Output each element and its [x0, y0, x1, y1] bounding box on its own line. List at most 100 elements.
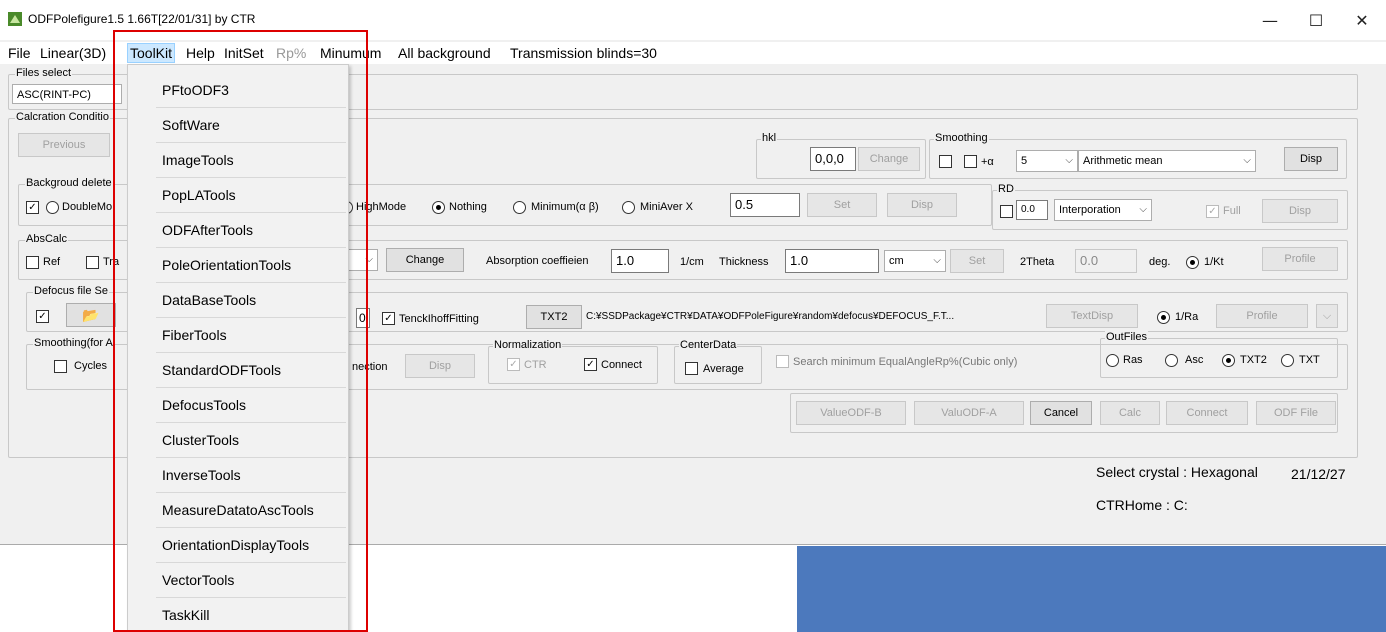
hkl-change-button[interactable]: Change — [858, 147, 920, 171]
ctr-label: CTR — [524, 359, 547, 371]
rd-legend: RD — [997, 183, 1015, 195]
hkl-input[interactable]: 0,0,0 — [810, 147, 856, 171]
defocus-checkbox[interactable]: ✓ — [36, 310, 49, 323]
status-date: 21/12/27 — [1291, 466, 1346, 482]
valu-odf-a-button[interactable]: ValuODF-A — [914, 401, 1024, 425]
menu-file[interactable]: File — [8, 45, 31, 61]
ctr-checkbox[interactable]: ✓ — [507, 358, 520, 371]
search-minimum-label: Search minimum EqualAngleRp%(Cubic only) — [793, 356, 1018, 368]
desktop-background — [797, 546, 1386, 632]
menu-all-background[interactable]: All background — [398, 45, 491, 61]
cancel-button[interactable]: Cancel — [1030, 401, 1092, 425]
ra-label: 1/Ra — [1175, 311, 1199, 323]
connect-checkbox[interactable]: ✓ — [584, 358, 597, 371]
average-label: Average — [703, 363, 744, 375]
search-minimum-checkbox[interactable] — [776, 355, 789, 368]
rd-checkbox[interactable] — [1000, 205, 1013, 218]
window-title: ODFPolefigure1.5 1.66T[22/01/31] by CTR — [28, 12, 256, 26]
normalization-legend: Normalization — [493, 339, 563, 351]
plus-alpha-checkbox[interactable] — [964, 155, 977, 168]
textdisp-button[interactable]: TextDisp — [1046, 304, 1138, 328]
smoothing-legend: Smoothing — [934, 132, 989, 144]
txt-label: TXT — [1299, 354, 1320, 366]
asc-radio[interactable] — [1165, 354, 1178, 367]
calc-legend: Calcration Conditio — [15, 111, 110, 123]
minimize-button[interactable]: — — [1250, 8, 1290, 34]
thickness-input[interactable]: 1.0 — [785, 249, 879, 273]
miniaver-radio[interactable] — [622, 201, 635, 214]
average-checkbox[interactable] — [685, 362, 698, 375]
interpolation-select[interactable]: Interporation ⌵ — [1054, 199, 1152, 221]
smoothing-method-select[interactable]: Arithmetic mean ⌵ — [1078, 150, 1256, 172]
connect-button[interactable]: Connect — [1166, 401, 1248, 425]
txt-radio[interactable] — [1281, 354, 1294, 367]
files-select-legend: Files select — [15, 67, 73, 79]
kt-label: 1/Kt — [1204, 256, 1224, 268]
abscalc-change-button[interactable]: Change — [386, 248, 464, 272]
cycles-label: Cycles — [74, 360, 108, 372]
full-label: Full — [1223, 205, 1241, 217]
kt-radio[interactable] — [1186, 256, 1199, 269]
file-type-select[interactable]: ASC(RINT-PC) — [12, 84, 122, 104]
calc-button[interactable]: Calc — [1100, 401, 1160, 425]
thickness-label: Thickness — [719, 256, 769, 268]
ras-radio[interactable] — [1106, 354, 1119, 367]
plus-alpha-label: +α — [981, 156, 994, 168]
minimum-radio[interactable] — [513, 201, 526, 214]
absorption-input[interactable]: 1.0 — [611, 249, 669, 273]
thickness-unit-select[interactable]: cm ⌵ — [884, 250, 946, 272]
full-checkbox[interactable]: ✓ — [1206, 205, 1219, 218]
tenck-label: TenckIhoffFitting — [399, 313, 479, 325]
background-disp-button[interactable]: Disp — [887, 193, 957, 217]
tra-checkbox[interactable] — [86, 256, 99, 269]
smoothing-for-disp-button[interactable]: Disp — [405, 354, 475, 378]
value-odf-b-button[interactable]: ValueODF-B — [796, 401, 906, 425]
smoothing-method-value: Arithmetic mean — [1083, 155, 1163, 167]
smoothing-n-select[interactable]: 5 ⌵ — [1016, 150, 1078, 172]
nothing-radio[interactable] — [432, 201, 445, 214]
asc-label: Asc — [1185, 354, 1204, 366]
odf-file-button[interactable]: ODF File — [1256, 401, 1336, 425]
ras-label: Ras — [1123, 354, 1143, 366]
ref-label: Ref — [43, 256, 61, 268]
abscalc-legend: AbsCalc — [25, 233, 68, 245]
abscalc-set-button[interactable]: Set — [950, 249, 1004, 273]
background-checkbox[interactable]: ✓ — [26, 201, 39, 214]
background-value-input[interactable]: 0.5 — [730, 193, 800, 217]
smoothing-disp-button[interactable]: Disp — [1284, 147, 1338, 171]
close-button[interactable]: ✕ — [1342, 8, 1382, 34]
nothing-label: Nothing — [449, 201, 487, 213]
menu-transmission-blinds[interactable]: Transmission blinds=30 — [510, 45, 657, 61]
abscalc-profile-button[interactable]: Profile — [1262, 247, 1338, 271]
maximize-button[interactable]: ☐ — [1296, 8, 1336, 34]
txt2-label: TXT2 — [1240, 354, 1267, 366]
ref-checkbox[interactable] — [26, 256, 39, 269]
smoothing-checkbox[interactable] — [939, 155, 952, 168]
background-set-button[interactable]: Set — [807, 193, 877, 217]
rd-disp-button[interactable]: Disp — [1262, 199, 1338, 223]
interpolation-value: Interporation — [1059, 204, 1121, 216]
tenck-checkbox[interactable]: ✓ — [382, 312, 395, 325]
doublemode-radio[interactable] — [46, 201, 59, 214]
app-icon — [8, 12, 22, 26]
chevron-down-icon: ⌵ — [1139, 204, 1147, 215]
txt2-button[interactable]: TXT2 — [526, 305, 582, 329]
centerdata-legend: CenterData — [679, 339, 738, 351]
rd-value-input[interactable]: 0.0 — [1016, 200, 1048, 220]
background-legend: Backgroud delete — [25, 177, 113, 189]
defocus-profile-button[interactable]: Profile — [1216, 304, 1308, 328]
twotheta-input[interactable]: 0.0 — [1075, 249, 1137, 273]
cycles-checkbox[interactable] — [54, 360, 67, 373]
ra-radio[interactable] — [1157, 311, 1170, 324]
open-folder-button[interactable]: 📂 — [66, 303, 116, 327]
deg-label: deg. — [1149, 256, 1171, 268]
defocus-dropdown-button[interactable]: ⌵ — [1316, 304, 1338, 328]
chevron-down-icon: ⌵ — [1243, 155, 1251, 166]
previous-button[interactable]: Previous — [18, 133, 110, 157]
smoothing-n-value: 5 — [1021, 155, 1028, 167]
chevron-down-icon: ⌵ — [1322, 310, 1332, 322]
absorption-unit: 1/cm — [680, 256, 704, 268]
txt2-radio[interactable] — [1222, 354, 1235, 367]
defocus-legend: Defocus file Se — [33, 285, 109, 297]
menu-linear3d[interactable]: Linear(3D) — [40, 45, 106, 61]
